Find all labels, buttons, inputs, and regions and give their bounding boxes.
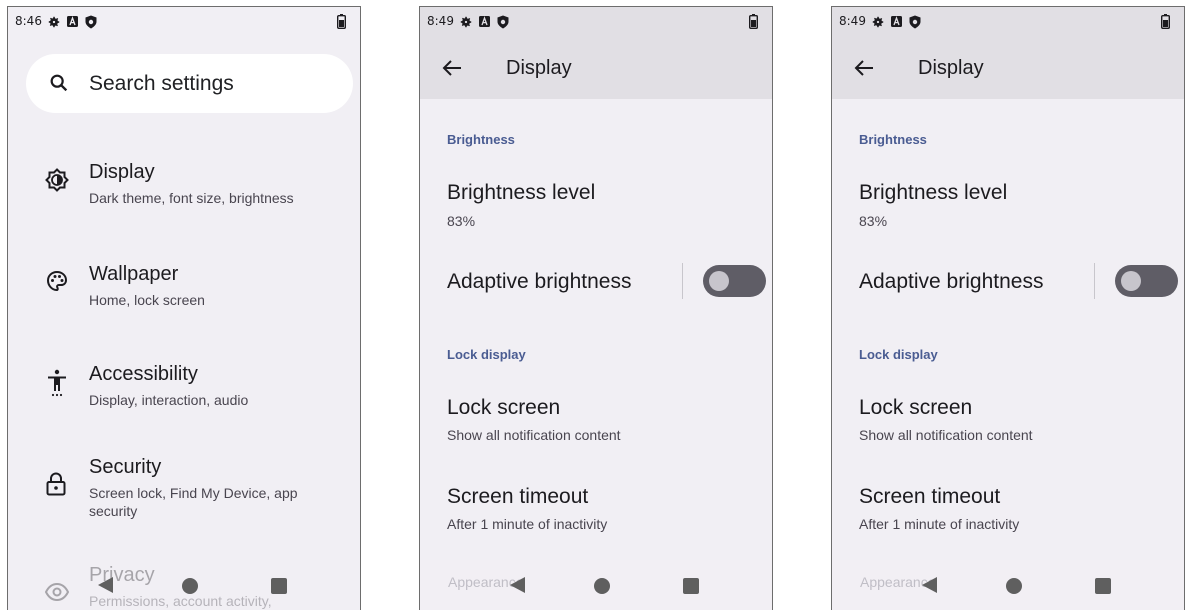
phone-display-2: 8:49 Display Brightness Brightness level…	[831, 6, 1185, 610]
settings-item-wallpaper[interactable]: Wallpaper Home, lock screen	[8, 249, 360, 329]
settings-gear-status-icon	[47, 15, 61, 32]
battery-icon	[748, 14, 758, 32]
nav-back-icon[interactable]	[921, 576, 938, 599]
pref-title: Lock screen	[447, 396, 561, 419]
nav-back-icon[interactable]	[97, 576, 114, 599]
settings-item-title: Wallpaper	[89, 263, 179, 285]
nav-home-icon[interactable]	[594, 578, 610, 594]
status-time: 8:49	[839, 14, 866, 28]
toggle-knob	[709, 271, 729, 291]
pref-title: Lock screen	[859, 396, 973, 419]
settings-item-accessibility[interactable]: Accessibility Display, interaction, audi…	[8, 349, 360, 429]
navigation-bar: Appearance	[420, 560, 772, 610]
pref-title: Brightness level	[447, 181, 596, 204]
a-box-status-icon	[66, 15, 79, 31]
status-bar-overlay: 8:49	[420, 7, 772, 39]
pref-title: Screen timeout	[447, 485, 589, 508]
pref-title: Adaptive brightness	[447, 270, 632, 293]
palette-icon	[45, 269, 69, 298]
page-title: Display	[506, 57, 572, 79]
pref-subtitle: Show all notification content	[447, 427, 621, 443]
back-arrow-icon[interactable]	[442, 58, 462, 83]
pref-value: 83%	[447, 213, 476, 229]
status-bar: 8:46	[8, 7, 360, 39]
a-box-status-icon	[890, 15, 903, 31]
category-brightness: Brightness	[447, 132, 515, 147]
nav-home-icon[interactable]	[182, 578, 198, 594]
status-time: 8:49	[427, 14, 454, 28]
navigation-bar: Appearance	[832, 560, 1184, 610]
navigation-bar	[8, 560, 360, 610]
accessibility-icon	[45, 369, 69, 402]
toggle-knob	[1121, 271, 1141, 291]
settings-item-display[interactable]: Display Dark theme, font size, brightnes…	[8, 147, 360, 227]
app-bar: Display	[832, 39, 1184, 99]
a-box-status-icon	[478, 15, 491, 31]
search-placeholder: Search settings	[89, 72, 234, 95]
nav-recents-icon[interactable]	[1095, 578, 1111, 594]
divider	[1094, 263, 1095, 299]
settings-item-title: Display	[89, 161, 155, 183]
app-bar: Display	[420, 39, 772, 99]
status-bar: 8:49	[832, 7, 1184, 39]
settings-item-subtitle: Home, lock screen	[89, 292, 205, 308]
shield-status-icon	[497, 15, 509, 32]
settings-item-subtitle: Screen lock, Find My Device, app securit…	[89, 485, 298, 519]
pref-title: Brightness level	[859, 181, 1008, 204]
pref-subtitle: After 1 minute of inactivity	[447, 516, 608, 532]
search-icon	[48, 72, 70, 99]
pref-subtitle: Show all notification content	[859, 427, 1033, 443]
page-title: Display	[918, 57, 984, 79]
phone-display-1: 8:49 Display Brightness Brightness level…	[419, 6, 773, 610]
nav-recents-icon[interactable]	[271, 578, 287, 594]
pref-title: Adaptive brightness	[859, 270, 1044, 293]
shield-status-icon	[85, 15, 97, 32]
battery-icon	[1160, 14, 1170, 32]
search-bar[interactable]: Search settings	[26, 54, 353, 113]
pref-subtitle: After 1 minute of inactivity	[859, 516, 1020, 532]
adaptive-brightness-toggle[interactable]	[703, 265, 766, 297]
category-lock-display: Lock display	[447, 347, 526, 362]
category-brightness: Brightness	[859, 132, 927, 147]
back-arrow-icon[interactable]	[854, 58, 874, 83]
settings-item-subtitle: Dark theme, font size, brightness	[89, 190, 294, 206]
status-time: 8:46	[15, 14, 42, 28]
settings-gear-status-icon	[459, 15, 473, 32]
pref-value: 83%	[859, 213, 888, 229]
settings-item-subtitle: Display, interaction, audio	[89, 392, 249, 408]
settings-item-title: Accessibility	[89, 363, 198, 385]
category-lock-display: Lock display	[859, 347, 938, 362]
nav-home-icon[interactable]	[1006, 578, 1022, 594]
adaptive-brightness-toggle[interactable]	[1115, 265, 1178, 297]
nav-back-icon[interactable]	[509, 576, 526, 599]
nav-recents-icon[interactable]	[683, 578, 699, 594]
settings-item-security[interactable]: Security Screen lock, Find My Device, ap…	[8, 444, 360, 524]
display-icon	[45, 168, 69, 197]
settings-item-title: Security	[89, 456, 162, 478]
divider	[682, 263, 683, 299]
shield-status-icon	[909, 15, 921, 32]
phone-settings: 8:46 Search settings Display Dark theme,…	[7, 6, 361, 610]
battery-icon	[336, 14, 346, 32]
pref-title: Screen timeout	[859, 485, 1001, 508]
settings-gear-status-icon	[871, 15, 885, 32]
lock-icon	[45, 472, 67, 501]
